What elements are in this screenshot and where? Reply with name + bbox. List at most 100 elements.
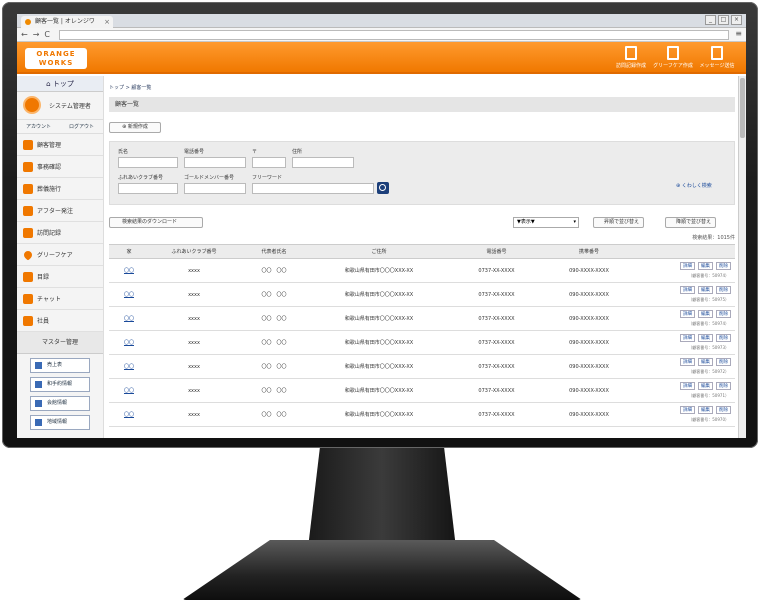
detail-button[interactable]: 詳細 (680, 310, 695, 318)
club-no-input[interactable] (118, 183, 178, 194)
logo[interactable]: ORANGE WORKS (25, 48, 87, 69)
edit-button[interactable]: 編集 (698, 310, 713, 318)
house-link[interactable]: 〇〇 (109, 411, 149, 418)
edit-button[interactable]: 編集 (698, 334, 713, 342)
detail-button[interactable]: 詳細 (680, 286, 695, 294)
address-input[interactable] (292, 157, 354, 168)
logout-link[interactable]: ログアウト (69, 123, 94, 130)
detail-button[interactable]: 詳細 (680, 406, 695, 414)
sort-select[interactable]: ▼表示▼ (513, 217, 579, 228)
master-item-contract[interactable]: 和手約情報 (30, 377, 90, 392)
browser-menu-icon[interactable]: ≡ (735, 29, 742, 38)
account-link[interactable]: アカウント (26, 123, 51, 130)
mobile: 090-XXXX-XXXX (569, 267, 609, 274)
zip-input[interactable] (252, 157, 286, 168)
sidebar-item-label: 目録 (37, 274, 50, 281)
mobile: 090-XXXX-XXXX (569, 339, 609, 346)
detail-button[interactable]: 詳細 (680, 382, 695, 390)
truck-icon (23, 161, 33, 172)
detail-search-link[interactable]: ⊕ くわしく検索 (676, 182, 712, 189)
message-send-button[interactable]: メッセージ送信 (697, 46, 737, 69)
back-icon[interactable]: ← (21, 30, 28, 40)
breadcrumb[interactable]: トップ > 顧客一覧 (109, 84, 735, 91)
freeword-input[interactable] (252, 183, 374, 194)
after-order-icon (23, 205, 33, 216)
close-window-button[interactable]: × (731, 15, 742, 25)
master-item-sales[interactable]: 売上表 (30, 358, 90, 373)
club-no: xxxx (188, 387, 200, 394)
url-input[interactable] (59, 30, 729, 40)
club-no-label: ふれあいクラブ番号 (118, 175, 164, 181)
sidebar-item-label: グリーフケア (37, 252, 73, 259)
visit-record-create-button[interactable]: 訪問記録作成 (611, 46, 651, 69)
sidebar-item-office[interactable]: 事務確認 (17, 156, 103, 178)
house-link[interactable]: 〇〇 (109, 315, 149, 322)
name-input[interactable] (118, 157, 178, 168)
staff-icon (23, 315, 33, 326)
new-create-button[interactable]: ⊕ 新規作成 (109, 122, 161, 133)
representative-name: 〇〇 〇〇 (261, 292, 287, 298)
master-item-hall[interactable]: 会館情報 (30, 396, 90, 411)
browser-tab[interactable]: 顧客一覧 | オレンジワ × (21, 16, 113, 28)
grief-care-create-button[interactable]: グリーフケア作成 (653, 46, 693, 69)
minimize-button[interactable]: _ (705, 15, 716, 25)
asc-sort-button[interactable]: 昇順で並び替え (593, 217, 645, 228)
representative-name: 〇〇 〇〇 (261, 316, 287, 322)
sidebar-item-funeral[interactable]: 葬儀施行 (17, 178, 103, 200)
tel-input[interactable] (184, 157, 246, 168)
edit-button[interactable]: 編集 (698, 406, 713, 414)
sidebar-item-after-order[interactable]: アフター発注 (17, 200, 103, 222)
home-icon: ⌂ (46, 80, 53, 88)
table-row: 〇〇 xxxx 〇〇 〇〇 和歌山県有田市〇〇〇XXX-XX 0737-XX-XXXX 0… (109, 355, 735, 379)
scrollbar-thumb[interactable] (740, 78, 745, 138)
delete-button[interactable]: 削除 (716, 334, 731, 342)
col-tel: 電話番号 (486, 249, 507, 255)
monitor-neck (308, 448, 456, 548)
edit-button[interactable]: 編集 (698, 358, 713, 366)
edit-button[interactable]: 編集 (698, 286, 713, 294)
delete-button[interactable]: 削除 (716, 310, 731, 318)
result-count: 検索結果：1015件 (692, 235, 735, 241)
delete-button[interactable]: 削除 (716, 358, 731, 366)
house-link[interactable]: 〇〇 (109, 363, 149, 370)
sidebar-item-visit[interactable]: 訪問記録 (17, 222, 103, 244)
col-name: 代表者氏名 (261, 249, 287, 255)
edit-button[interactable]: 編集 (698, 382, 713, 390)
forward-icon[interactable]: → (33, 30, 40, 40)
sidebar-item-chat[interactable]: チャット (17, 288, 103, 310)
house-link[interactable]: 〇〇 (109, 387, 149, 394)
tel: 0737-XX-XXXX (478, 411, 515, 418)
sidebar-top-link[interactable]: ⌂ トップ (17, 76, 103, 92)
desc-sort-button[interactable]: 降順で並び替え (665, 217, 717, 228)
sidebar-item-grief-care[interactable]: グリーフケア (17, 244, 103, 266)
maximize-button[interactable]: □ (718, 15, 729, 25)
sidebar-item-catalog[interactable]: 目録 (17, 266, 103, 288)
gold-no-input[interactable] (184, 183, 246, 194)
club-no: xxxx (188, 411, 200, 418)
download-button[interactable]: 検索結果のダウンロード (109, 217, 203, 228)
master-item-region[interactable]: 地域情報 (30, 415, 90, 430)
detail-button[interactable]: 詳細 (680, 334, 695, 342)
house-link[interactable]: 〇〇 (109, 291, 149, 298)
reload-icon[interactable]: C (44, 30, 50, 40)
ceremony-icon (23, 183, 33, 194)
col-address: ご住所 (371, 249, 387, 255)
sidebar-item-staff[interactable]: 社員 (17, 310, 103, 332)
house-link[interactable]: 〇〇 (109, 267, 149, 274)
address: 和歌山県有田市〇〇〇XXX-XX (344, 412, 414, 418)
delete-button[interactable]: 削除 (716, 286, 731, 294)
sidebar-top-label: トップ (52, 80, 74, 88)
delete-button[interactable]: 削除 (716, 406, 731, 414)
delete-button[interactable]: 削除 (716, 262, 731, 270)
scrollbar[interactable] (738, 76, 746, 438)
monitor-bezel: 顧客一覧 | オレンジワ × _ □ × ← → C ≡ ORANGE WORK… (2, 2, 758, 448)
delete-button[interactable]: 削除 (716, 382, 731, 390)
tab-close-icon[interactable]: × (104, 16, 110, 28)
freeword-label: フリーワード (252, 175, 283, 181)
edit-button[interactable]: 編集 (698, 262, 713, 270)
search-icon[interactable] (377, 182, 389, 194)
sidebar-item-customers[interactable]: 顧客管理 (17, 134, 103, 156)
detail-button[interactable]: 詳細 (680, 262, 695, 270)
house-link[interactable]: 〇〇 (109, 339, 149, 346)
detail-button[interactable]: 詳細 (680, 358, 695, 366)
